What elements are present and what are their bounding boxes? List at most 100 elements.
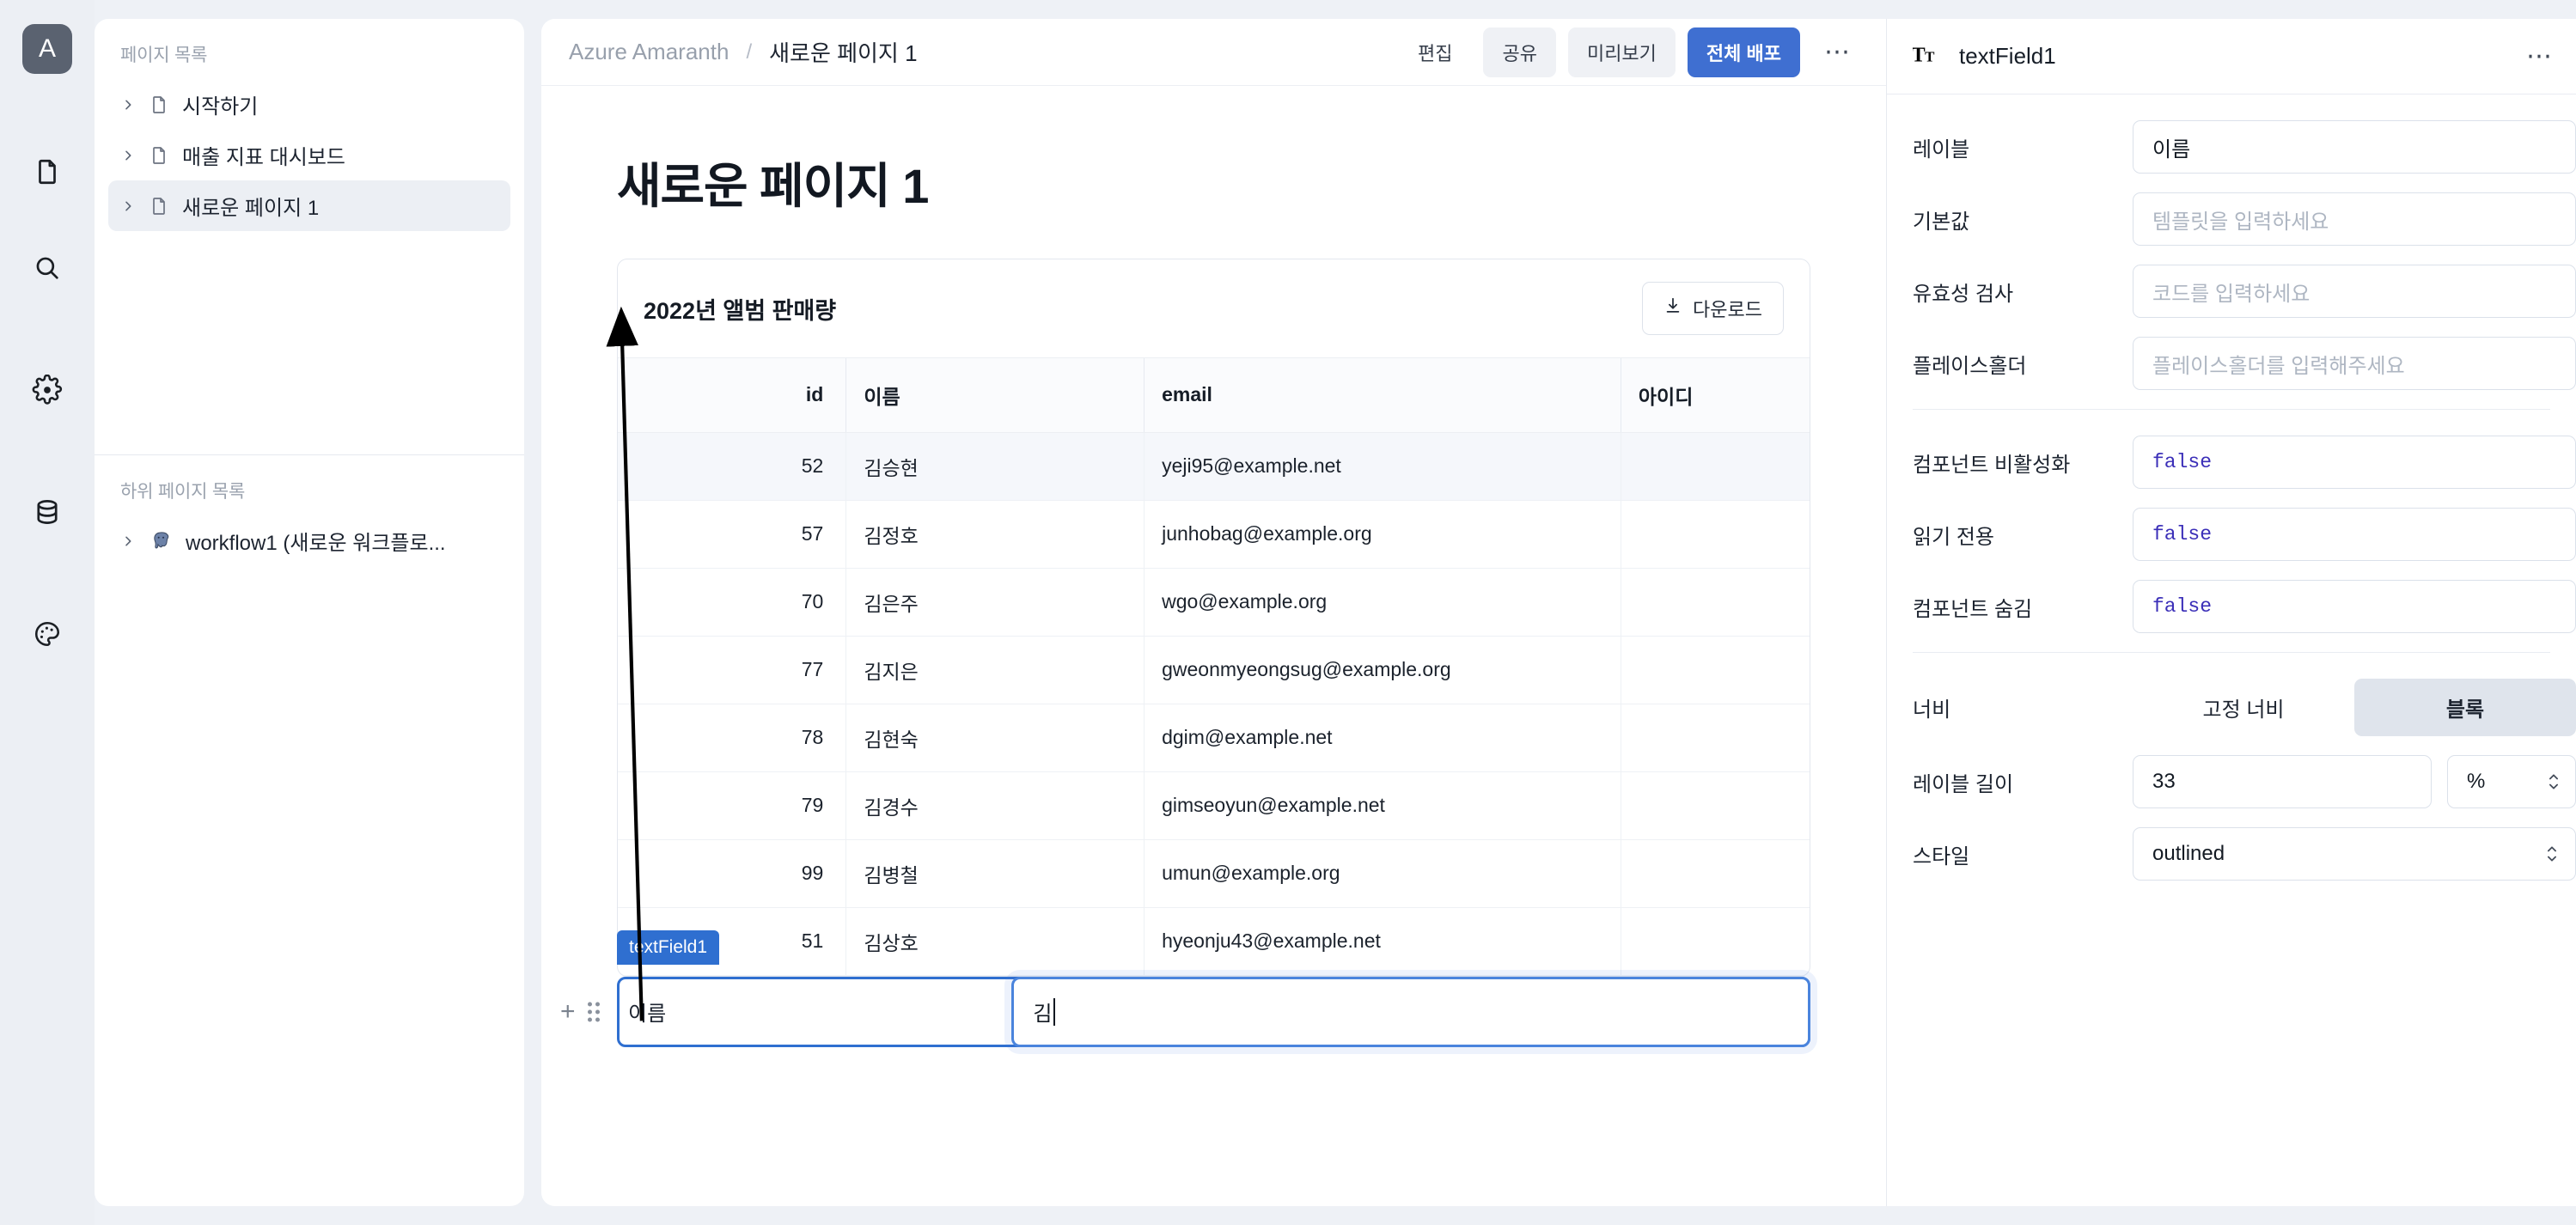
preview-button[interactable]: 미리보기 (1567, 27, 1676, 77)
label-length-input[interactable]: 33 (2133, 755, 2432, 808)
share-button[interactable]: 공유 (1483, 27, 1556, 77)
svg-text:T: T (1913, 45, 1926, 67)
property-label-default: 기본값 (1913, 210, 1970, 234)
sub-page-list-item-0[interactable]: workflow1 (새로운 워크플로... (108, 515, 510, 566)
table-row[interactable]: 51 김상호 hyeonju43@example.net (618, 907, 1810, 976)
file-icon (148, 94, 170, 116)
text-field-component[interactable]: 이름 김 (617, 976, 1810, 1047)
file-icon (148, 144, 170, 167)
table-row[interactable]: 70 김은주 wgo@example.org (618, 568, 1810, 637)
cell-name: 김현숙 (845, 704, 1145, 772)
property-row-label: 레이블 이름 (1887, 120, 2576, 174)
text-cursor (1053, 997, 1056, 1026)
page-list-item-1[interactable]: 매출 지표 대시보드 (108, 130, 510, 180)
property-row-label-length: 레이블 길이 33 % (1887, 755, 2576, 808)
validation-input[interactable]: 코드를 입력하세요 (2133, 265, 2576, 318)
cell-name: 김은주 (845, 568, 1145, 637)
breadcrumb-page[interactable]: 새로운 페이지 1 (769, 36, 917, 68)
search-icon[interactable] (25, 246, 70, 290)
table-body: 52 김승현 yeji95@example.net 57 김정호 junhoba… (618, 432, 1810, 976)
property-row-style: 스타일 outlined (1887, 827, 2576, 881)
postgres-elephant-icon (148, 528, 174, 554)
column-header-email[interactable]: email (1144, 358, 1621, 433)
property-label-validation: 유효성 검사 (1913, 282, 2014, 306)
chevron-updown-icon[interactable] (2544, 843, 2560, 865)
cell-name: 김병철 (845, 839, 1145, 908)
cell-email: umun@example.org (1144, 839, 1621, 908)
chevron-right-icon[interactable] (120, 533, 136, 549)
property-row-default: 기본값 템플릿을 입력하세요 (1887, 192, 2576, 246)
placeholder-input[interactable]: 플레이스홀더를 입력해주세요 (2133, 337, 2576, 390)
chevron-right-icon[interactable] (120, 97, 136, 113)
table-row[interactable]: 52 김승현 yeji95@example.net (618, 432, 1810, 501)
cell-aid (1620, 704, 1810, 772)
width-block-option[interactable]: 블록 (2354, 679, 2576, 736)
readonly-input[interactable]: false (2133, 508, 2576, 561)
table-card-header: 2022년 앨범 판매량 다운로드 (618, 259, 1810, 358)
property-label-placeholder: 플레이스홀더 (1913, 354, 2027, 378)
more-options-icon[interactable]: ⋯ (1812, 39, 1864, 65)
page-title: 새로운 페이지 1 (617, 159, 929, 213)
cell-email: yeji95@example.net (1144, 432, 1621, 501)
database-icon[interactable] (25, 490, 70, 534)
add-component-icon[interactable]: + (560, 998, 576, 1025)
cell-aid (1620, 500, 1810, 569)
properties-panel: T T textField1 ⋯ 레이블 이름 기본값 템플릿을 입력하세요 유… (1886, 19, 2576, 1206)
style-select[interactable]: outlined (2133, 827, 2576, 881)
cell-email: junhobag@example.org (1144, 500, 1621, 569)
cell-id: 99 (618, 839, 846, 908)
chevron-updown-icon[interactable] (2546, 771, 2561, 793)
table-row[interactable]: 99 김병철 umun@example.org (618, 839, 1810, 908)
palette-icon[interactable] (25, 612, 70, 656)
download-button[interactable]: 다운로드 (1642, 282, 1784, 335)
label-length-unit-select[interactable]: % (2447, 755, 2576, 808)
edit-button[interactable]: 편집 (1399, 27, 1471, 77)
cell-aid (1620, 771, 1810, 840)
property-label-width: 너비 (1913, 698, 1951, 722)
column-header-aid[interactable]: 아이디 (1620, 358, 1810, 433)
table-row[interactable]: 57 김정호 junhobag@example.org (618, 500, 1810, 569)
table-header-row: id 이름 email 아이디 (618, 358, 1810, 433)
drag-handle-icon[interactable] (588, 1002, 600, 1021)
cell-email: wgo@example.org (1144, 568, 1621, 637)
disabled-input[interactable]: false (2133, 436, 2576, 489)
cell-id: 57 (618, 500, 846, 569)
cell-aid (1620, 568, 1810, 637)
width-fixed-option[interactable]: 고정 너비 (2133, 679, 2354, 736)
gear-icon[interactable] (25, 368, 70, 412)
properties-more-icon[interactable]: ⋯ (2526, 43, 2554, 70)
properties-divider (1913, 409, 2550, 410)
page-list-panel: 페이지 목록 시작하기 매출 지표 대시보드 새로운 페이지 1 하위 페이지 … (95, 19, 524, 1206)
deploy-all-button[interactable]: 전체 배포 (1687, 27, 1800, 77)
column-header-id[interactable]: id (618, 358, 846, 433)
top-bar-actions: 편집 공유 미리보기 전체 배포 ⋯ (1399, 27, 1864, 77)
table-row[interactable]: 78 김현숙 dgim@example.net (618, 704, 1810, 772)
app-logo[interactable]: A (22, 24, 72, 74)
cell-aid (1620, 432, 1810, 501)
column-header-name[interactable]: 이름 (845, 358, 1145, 433)
cell-id: 70 (618, 568, 846, 637)
page-canvas: 새로운 페이지 1 2022년 앨범 판매량 다운로드 id 이름 email … (541, 86, 1886, 1206)
breadcrumb-app[interactable]: Azure Amaranth (569, 39, 729, 65)
text-field-component-wrap: + textField1 이름 김 (560, 929, 1810, 1047)
page-list-item-2[interactable]: 새로운 페이지 1 (108, 180, 510, 231)
cell-id: 77 (618, 636, 846, 704)
table-row[interactable]: 79 김경수 gimseoyun@example.net (618, 771, 1810, 840)
property-label-label: 레이블 (1913, 137, 1970, 162)
properties-header: T T textField1 ⋯ (1887, 19, 2576, 94)
chevron-right-icon[interactable] (120, 148, 136, 163)
page-list-item-0[interactable]: 시작하기 (108, 79, 510, 130)
table-row[interactable]: 77 김지은 gweonmyeongsug@example.org (618, 636, 1810, 704)
icon-rail: A (0, 0, 95, 1225)
default-value-input[interactable]: 템플릿을 입력하세요 (2133, 192, 2576, 246)
hidden-input[interactable]: false (2133, 580, 2576, 633)
property-row-disabled: 컴포넌트 비활성화 false (1887, 436, 2576, 489)
cell-aid (1620, 907, 1810, 976)
label-input[interactable]: 이름 (2133, 120, 2576, 174)
text-field-input[interactable]: 김 (1011, 976, 1810, 1047)
download-button-label: 다운로드 (1693, 299, 1762, 320)
chevron-right-icon[interactable] (120, 198, 136, 214)
document-icon[interactable] (25, 149, 70, 194)
cell-name: 김상호 (845, 907, 1145, 976)
property-label-label-length: 레이블 길이 (1913, 772, 2014, 796)
